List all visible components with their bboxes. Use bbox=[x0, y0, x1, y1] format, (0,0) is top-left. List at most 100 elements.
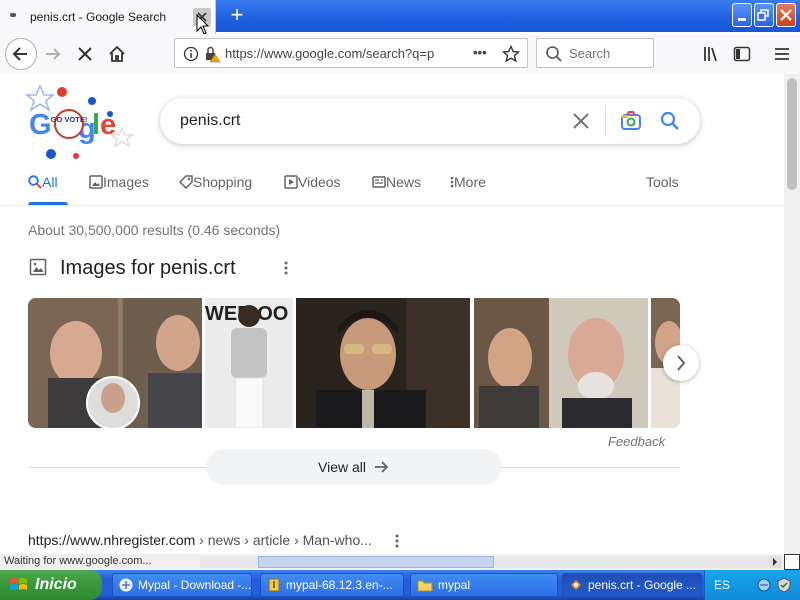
tab-shopping[interactable]: Shopping bbox=[179, 174, 252, 190]
navigation-toolbar: https://www.google.com/search?q=p ••• Se… bbox=[0, 34, 800, 75]
taskbar-item-label: mypal-68.12.3.en-... bbox=[286, 578, 393, 592]
stop-button[interactable] bbox=[70, 39, 100, 69]
arrow-right-icon bbox=[46, 48, 61, 60]
tab-videos[interactable]: Videos bbox=[284, 174, 341, 190]
back-button[interactable] bbox=[5, 38, 37, 70]
google-logo-doodle[interactable]: G e l g GO VOTE! bbox=[18, 82, 138, 162]
search-placeholder: Search bbox=[569, 46, 611, 61]
status-text: Waiting for www.google.com... bbox=[4, 555, 152, 567]
horizontal-scroll-thumb[interactable] bbox=[258, 556, 494, 568]
window-close-button[interactable] bbox=[776, 3, 796, 27]
start-button[interactable]: Inicio bbox=[0, 570, 102, 600]
images-section-title[interactable]: Images for penis.crt bbox=[60, 257, 236, 280]
home-button[interactable] bbox=[102, 39, 132, 69]
carousel-next-button[interactable] bbox=[663, 345, 699, 381]
sidebar-icon bbox=[733, 46, 751, 62]
taskbar-item-label: mypal bbox=[438, 578, 471, 592]
taskbar-item-label: penis.crt - Google ... bbox=[588, 578, 697, 592]
tab-label: More bbox=[454, 174, 486, 190]
citation-domain: https://www.nhregister.com bbox=[28, 532, 196, 548]
play-icon bbox=[284, 175, 298, 189]
image-thumbnail[interactable] bbox=[28, 298, 202, 428]
taskbar-item[interactable]: Mypal - Download -... bbox=[112, 573, 252, 597]
news-icon bbox=[372, 176, 386, 188]
library-icon bbox=[704, 47, 717, 62]
image-thumbnail[interactable]: WER OO bbox=[205, 298, 293, 428]
tab-label: Images bbox=[103, 174, 149, 190]
chevron-right-icon bbox=[773, 558, 777, 566]
page-actions-button[interactable]: ••• bbox=[473, 45, 487, 60]
browser-icon bbox=[119, 578, 133, 592]
tab-more[interactable]: More bbox=[450, 174, 486, 190]
tab-label: All bbox=[42, 174, 58, 190]
view-all-button[interactable]: View all bbox=[206, 449, 502, 485]
resize-corner[interactable] bbox=[784, 554, 800, 570]
camera-lens-icon[interactable] bbox=[620, 110, 642, 132]
bookmark-star-icon[interactable] bbox=[502, 45, 520, 63]
home-icon bbox=[109, 45, 125, 62]
new-tab-button[interactable]: + bbox=[226, 4, 248, 27]
url-bar[interactable]: https://www.google.com/search?q=p ••• bbox=[174, 38, 528, 68]
tab-label: News bbox=[386, 174, 422, 190]
taskbar-item[interactable]: mypal bbox=[410, 573, 558, 597]
mouse-cursor-icon bbox=[196, 14, 210, 35]
url-text[interactable]: https://www.google.com/search?q=p bbox=[225, 46, 445, 61]
restore-button[interactable] bbox=[754, 3, 774, 27]
search-icon[interactable] bbox=[660, 111, 680, 131]
hamburger-menu-icon bbox=[775, 48, 789, 60]
google-search-box[interactable]: penis.crt bbox=[160, 98, 700, 144]
taskbar-item-active[interactable]: penis.crt - Google ... bbox=[562, 573, 702, 597]
library-button[interactable] bbox=[696, 39, 726, 69]
svg-text:G: G bbox=[29, 109, 52, 141]
chevron-right-icon bbox=[677, 355, 686, 371]
tab-title: penis.crt - Google Search bbox=[30, 10, 167, 24]
tab-news[interactable]: News bbox=[372, 174, 421, 190]
start-label: Inicio bbox=[35, 576, 77, 593]
image-icon bbox=[89, 175, 103, 189]
taskbar-item[interactable]: mypal-68.12.3.en-... bbox=[260, 573, 404, 597]
image-thumbnail[interactable] bbox=[296, 298, 470, 428]
browser-tab[interactable]: penis.crt - Google Search bbox=[0, 0, 216, 34]
info-icon[interactable] bbox=[183, 46, 199, 62]
arrow-right-icon bbox=[375, 461, 389, 473]
result-citation[interactable]: https://www.nhregister.com › news › arti… bbox=[28, 532, 372, 548]
image-thumbnail[interactable] bbox=[474, 298, 648, 428]
search-icon bbox=[546, 46, 562, 62]
menu-button[interactable] bbox=[767, 39, 797, 69]
windows-logo-icon bbox=[10, 578, 27, 590]
favicon-icon bbox=[10, 13, 16, 17]
page-content: G e l g GO VOTE! penis.crt All Images Sh… bbox=[0, 74, 784, 554]
archive-icon bbox=[268, 578, 280, 592]
divider bbox=[605, 106, 606, 136]
courtroom-photo bbox=[28, 298, 202, 428]
sidebar-button[interactable] bbox=[727, 39, 757, 69]
svg-text:e: e bbox=[100, 109, 116, 141]
clear-icon[interactable] bbox=[572, 112, 590, 130]
tools-button[interactable]: Tools bbox=[646, 174, 679, 190]
search-icon bbox=[28, 175, 42, 189]
restore-icon bbox=[757, 9, 769, 21]
scroll-right-button[interactable] bbox=[769, 556, 781, 568]
logo-badge-text: GO VOTE! bbox=[51, 115, 88, 124]
security-shield-icon[interactable] bbox=[776, 577, 792, 593]
forward-button[interactable] bbox=[38, 39, 68, 69]
network-icon[interactable] bbox=[756, 577, 772, 593]
tab-images[interactable]: Images bbox=[89, 174, 149, 190]
tab-label: Videos bbox=[298, 174, 341, 190]
divider bbox=[0, 205, 784, 206]
mypal-icon bbox=[571, 580, 581, 590]
browser-search-field[interactable]: Search bbox=[536, 38, 654, 68]
minimize-button[interactable] bbox=[732, 3, 752, 27]
lock-warning-icon[interactable] bbox=[203, 45, 221, 63]
vertical-scroll-thumb[interactable] bbox=[787, 78, 797, 190]
kebab-icon[interactable] bbox=[283, 260, 289, 276]
feedback-link[interactable]: Feedback bbox=[608, 434, 665, 449]
tag-icon bbox=[179, 175, 193, 189]
tab-all[interactable]: All bbox=[28, 174, 58, 190]
kebab-icon[interactable] bbox=[394, 533, 400, 549]
citation-path: › news › article › Man-who... bbox=[195, 532, 372, 548]
language-indicator[interactable]: ES bbox=[714, 578, 730, 592]
minimize-icon bbox=[738, 18, 746, 21]
search-query[interactable]: penis.crt bbox=[180, 112, 240, 130]
portrait-photo bbox=[296, 298, 470, 428]
